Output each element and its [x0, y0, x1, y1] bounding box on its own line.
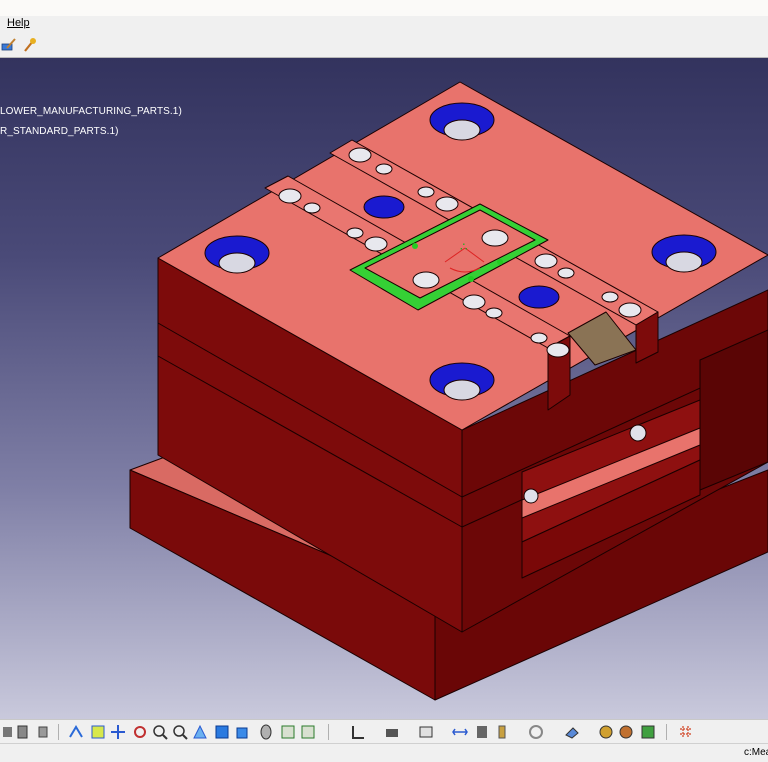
grid-icon[interactable] — [678, 724, 694, 740]
camera-icon[interactable] — [384, 724, 400, 740]
bottom-toolbar — [0, 719, 768, 744]
eraser-icon[interactable] — [564, 724, 580, 740]
menu-help[interactable]: Help — [7, 17, 30, 29]
status-bar: c:Mea — [0, 743, 768, 762]
multi-view-icon[interactable] — [192, 724, 208, 740]
command-input[interactable]: c:Mea — [744, 747, 768, 760]
toolbar-separator — [58, 724, 59, 740]
paint-icon[interactable] — [22, 37, 38, 53]
svg-text:∴: ∴ — [460, 240, 468, 254]
dock-icon[interactable] — [0, 724, 16, 740]
brush-icon[interactable] — [1, 37, 17, 53]
snap-icon[interactable] — [350, 724, 366, 740]
measure-icon[interactable] — [300, 724, 316, 740]
3d-viewport[interactable]: LOWER_MANUFACTURING_PARTS.1) R_STANDARD_… — [0, 58, 768, 719]
measure-between-icon[interactable] — [452, 724, 468, 740]
iso-view-icon[interactable] — [214, 724, 230, 740]
material-icon[interactable] — [598, 724, 614, 740]
shading-icon[interactable] — [234, 724, 250, 740]
fly-icon[interactable] — [36, 724, 52, 740]
hide-show-icon[interactable] — [258, 724, 274, 740]
pan-icon[interactable] — [90, 724, 106, 740]
toolbar-separator — [328, 724, 329, 740]
toolbar-separator — [666, 724, 667, 740]
paint-bucket-icon[interactable] — [640, 724, 656, 740]
sphere-icon[interactable] — [618, 724, 634, 740]
parts-icon[interactable] — [16, 724, 32, 740]
link-icon[interactable] — [528, 724, 544, 740]
mold-assembly-model[interactable]: ∴ — [0, 58, 768, 719]
zoom-in-icon[interactable] — [132, 724, 148, 740]
normal-view-icon[interactable] — [172, 724, 188, 740]
top-toolbar — [0, 33, 768, 58]
title-bar — [0, 0, 768, 16]
rotate-icon[interactable] — [110, 724, 126, 740]
analysis-icon[interactable] — [418, 724, 434, 740]
fit-all-icon[interactable] — [68, 724, 84, 740]
menu-bar: Help — [0, 16, 768, 34]
drill-icon[interactable] — [494, 724, 510, 740]
swap-space-icon[interactable] — [280, 724, 296, 740]
zoom-out-icon[interactable] — [152, 724, 168, 740]
mold-icon[interactable] — [474, 724, 490, 740]
